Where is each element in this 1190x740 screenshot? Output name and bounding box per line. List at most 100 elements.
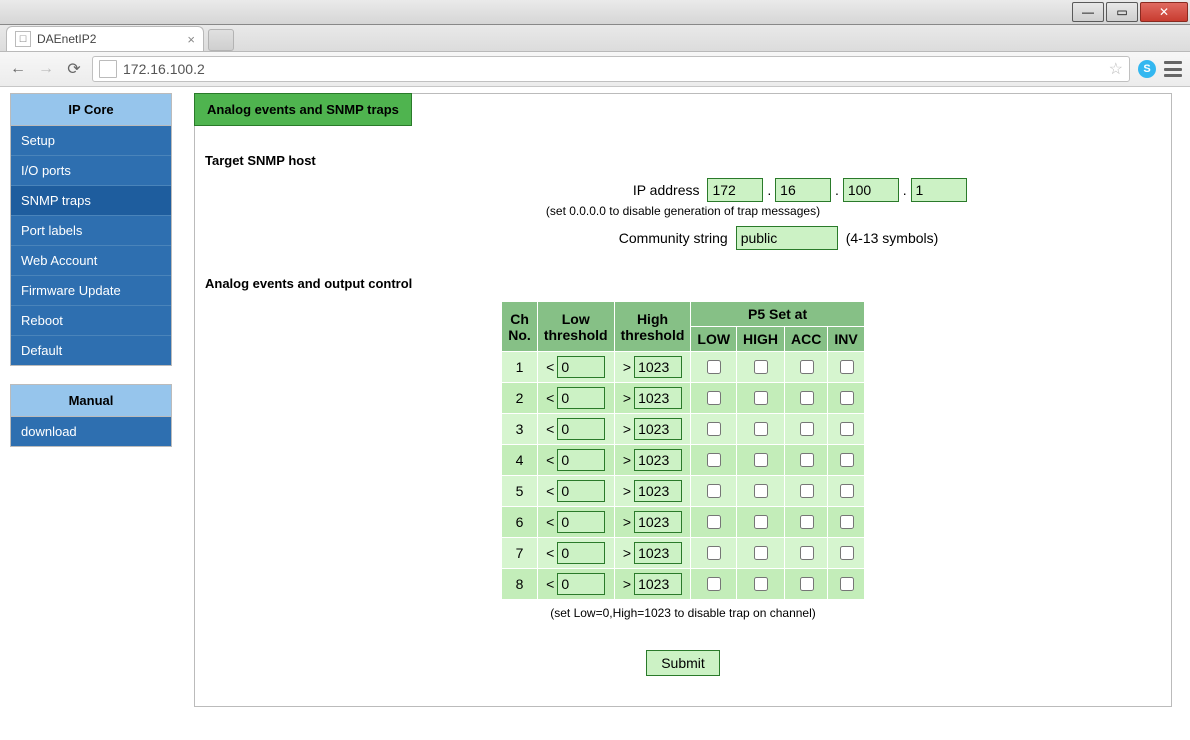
- cell-high: >: [614, 414, 691, 445]
- sidebar-item-firmware-update[interactable]: Firmware Update: [11, 276, 171, 306]
- row-community: Community string (4-13 symbols): [205, 226, 1161, 250]
- ip-address-label: IP address: [399, 182, 699, 198]
- p5-low-checkbox[interactable]: [707, 515, 721, 529]
- p5-high-checkbox[interactable]: [754, 484, 768, 498]
- sidebar: IP CoreSetupI/O portsSNMP trapsPort labe…: [10, 93, 172, 465]
- window-minimize-button[interactable]: —: [1072, 2, 1104, 22]
- browser-menu-icon[interactable]: [1164, 61, 1182, 77]
- skype-extension-icon[interactable]: S: [1138, 60, 1156, 78]
- low-threshold-input[interactable]: [557, 480, 605, 502]
- p5-high-checkbox[interactable]: [754, 577, 768, 591]
- ip-octet-1[interactable]: [707, 178, 763, 202]
- high-threshold-input[interactable]: [634, 511, 682, 533]
- sidebar-item-web-account[interactable]: Web Account: [11, 246, 171, 276]
- p5-inv-checkbox[interactable]: [840, 453, 854, 467]
- p5-acc-checkbox[interactable]: [800, 515, 814, 529]
- main-panel: Analog events and SNMP traps Target SNMP…: [194, 93, 1172, 707]
- p5-low-checkbox[interactable]: [707, 577, 721, 591]
- p5-inv-checkbox[interactable]: [840, 391, 854, 405]
- bookmark-star-icon[interactable]: ☆: [1109, 59, 1123, 79]
- p5-acc-checkbox[interactable]: [800, 453, 814, 467]
- section-analog-events: Analog events and output control: [205, 276, 1161, 291]
- ip-octet-4[interactable]: [911, 178, 967, 202]
- url-bar[interactable]: 172.16.100.2 ☆: [92, 56, 1130, 82]
- p5-inv-checkbox[interactable]: [840, 515, 854, 529]
- section-target-host: Target SNMP host: [205, 153, 1161, 168]
- p5-high-checkbox[interactable]: [754, 422, 768, 436]
- low-threshold-input[interactable]: [557, 418, 605, 440]
- low-threshold-input[interactable]: [557, 387, 605, 409]
- low-threshold-input[interactable]: [557, 449, 605, 471]
- sidebar-item-setup[interactable]: Setup: [11, 126, 171, 156]
- p5-low-checkbox[interactable]: [707, 422, 721, 436]
- p5-high-checkbox[interactable]: [754, 453, 768, 467]
- cell-low: <: [537, 569, 614, 600]
- sidebar-item-i-o-ports[interactable]: I/O ports: [11, 156, 171, 186]
- low-threshold-input[interactable]: [557, 356, 605, 378]
- high-threshold-input[interactable]: [634, 573, 682, 595]
- sidebar-item-default[interactable]: Default: [11, 336, 171, 365]
- high-threshold-input[interactable]: [634, 387, 682, 409]
- hdr-high-threshold: High threshold: [614, 302, 691, 352]
- p5-acc-checkbox[interactable]: [800, 391, 814, 405]
- p5-acc-checkbox[interactable]: [800, 577, 814, 591]
- low-threshold-input[interactable]: [557, 542, 605, 564]
- nav-forward-icon[interactable]: →: [36, 59, 56, 79]
- community-input[interactable]: [736, 226, 838, 250]
- p5-inv-checkbox[interactable]: [840, 577, 854, 591]
- low-threshold-input[interactable]: [557, 511, 605, 533]
- cell-high: >: [614, 507, 691, 538]
- ip-octet-3[interactable]: [843, 178, 899, 202]
- nav-reload-icon[interactable]: ⟳: [64, 59, 84, 79]
- p5-high-checkbox[interactable]: [754, 360, 768, 374]
- cell-ch-no: 7: [502, 538, 538, 569]
- p5-acc-checkbox[interactable]: [800, 422, 814, 436]
- cell-high: >: [614, 352, 691, 383]
- high-threshold-input[interactable]: [634, 542, 682, 564]
- p5-high-checkbox[interactable]: [754, 391, 768, 405]
- p5-inv-checkbox[interactable]: [840, 422, 854, 436]
- sidebar-item-port-labels[interactable]: Port labels: [11, 216, 171, 246]
- table-row: 4<>: [502, 445, 864, 476]
- window-close-button[interactable]: ✕: [1140, 2, 1188, 22]
- ip-octet-2[interactable]: [775, 178, 831, 202]
- submit-button[interactable]: Submit: [646, 650, 720, 676]
- p5-acc-checkbox[interactable]: [800, 484, 814, 498]
- table-row: 3<>: [502, 414, 864, 445]
- hdr-low-threshold: Low threshold: [537, 302, 614, 352]
- p5-low-checkbox[interactable]: [707, 391, 721, 405]
- cell-high: >: [614, 569, 691, 600]
- new-tab-button[interactable]: [208, 29, 234, 51]
- table-row: 2<>: [502, 383, 864, 414]
- high-threshold-input[interactable]: [634, 418, 682, 440]
- p5-low-checkbox[interactable]: [707, 484, 721, 498]
- tab-close-icon[interactable]: ×: [187, 32, 195, 47]
- nav-back-icon[interactable]: ←: [8, 59, 28, 79]
- url-globe-icon: [99, 60, 117, 78]
- hdr-p5-inv: INV: [828, 327, 864, 352]
- p5-high-checkbox[interactable]: [754, 546, 768, 560]
- community-hint: (4-13 symbols): [846, 230, 939, 246]
- high-threshold-input[interactable]: [634, 480, 682, 502]
- p5-low-checkbox[interactable]: [707, 360, 721, 374]
- sidebar-item-download[interactable]: download: [11, 417, 171, 446]
- p5-low-checkbox[interactable]: [707, 546, 721, 560]
- high-threshold-input[interactable]: [634, 449, 682, 471]
- p5-inv-checkbox[interactable]: [840, 546, 854, 560]
- p5-high-checkbox[interactable]: [754, 515, 768, 529]
- p5-acc-checkbox[interactable]: [800, 546, 814, 560]
- p5-low-checkbox[interactable]: [707, 453, 721, 467]
- page-favicon-icon: ☐: [15, 31, 31, 47]
- low-threshold-input[interactable]: [557, 573, 605, 595]
- browser-tab[interactable]: ☐ DAEnetIP2 ×: [6, 26, 204, 51]
- sidebar-item-snmp-traps[interactable]: SNMP traps: [11, 186, 171, 216]
- cell-ch-no: 5: [502, 476, 538, 507]
- p5-acc-checkbox[interactable]: [800, 360, 814, 374]
- cell-ch-no: 1: [502, 352, 538, 383]
- sidebar-item-reboot[interactable]: Reboot: [11, 306, 171, 336]
- window-maximize-button[interactable]: ▭: [1106, 2, 1138, 22]
- p5-inv-checkbox[interactable]: [840, 484, 854, 498]
- high-threshold-input[interactable]: [634, 356, 682, 378]
- browser-toolbar: ← → ⟳ 172.16.100.2 ☆ S: [0, 52, 1190, 87]
- p5-inv-checkbox[interactable]: [840, 360, 854, 374]
